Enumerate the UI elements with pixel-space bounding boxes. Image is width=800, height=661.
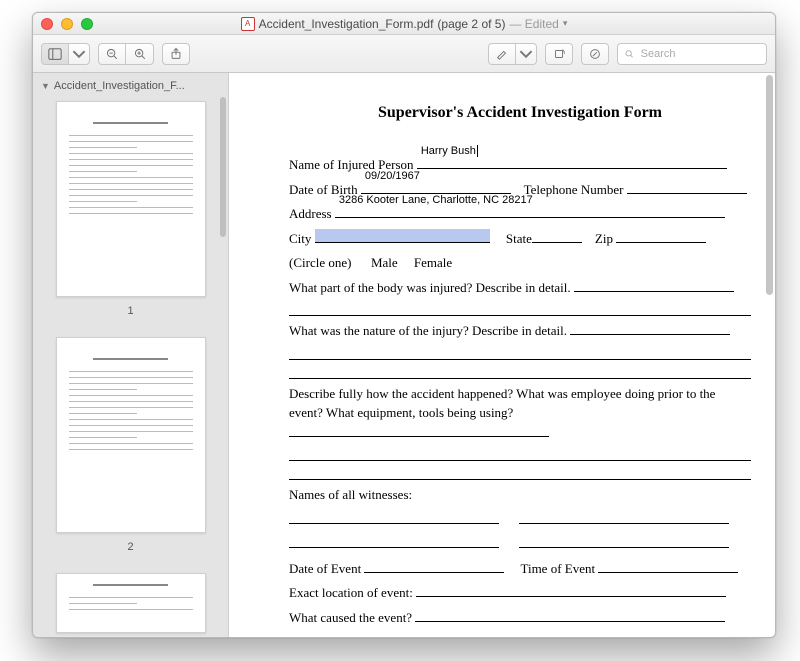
- thumbnail-label: 1: [127, 305, 133, 317]
- state-field[interactable]: [532, 229, 582, 243]
- witnesses-label: Names of all witnesses:: [289, 487, 412, 502]
- sidebar-scrollbar[interactable]: [220, 97, 226, 237]
- chevron-down-icon[interactable]: ▾: [563, 18, 568, 29]
- highlight-button[interactable]: [488, 43, 516, 65]
- markup-toolbar-button[interactable]: [581, 43, 609, 65]
- minimize-window-button[interactable]: [61, 18, 73, 30]
- address-field[interactable]: 3286 Kooter Lane, Charlotte, NC 28217: [335, 204, 725, 218]
- view-group: [41, 43, 90, 65]
- pdf-file-icon: A: [241, 17, 255, 31]
- document-view[interactable]: Supervisor's Accident Investigation Form…: [229, 73, 775, 637]
- main-scrollbar[interactable]: [766, 75, 773, 295]
- what-caused-field[interactable]: [415, 608, 725, 622]
- date-of-event-label: Date of Event: [289, 561, 361, 576]
- what-caused-label: What caused the event?: [289, 610, 412, 625]
- how-happened-line-2[interactable]: [289, 466, 751, 480]
- nature-injury-line[interactable]: [289, 346, 751, 360]
- title-page-info: (page 2 of 5): [437, 17, 505, 31]
- body-injured-line[interactable]: [289, 302, 751, 316]
- body-injured-field[interactable]: [574, 278, 734, 292]
- address-value: 3286 Kooter Lane, Charlotte, NC 28217: [339, 192, 533, 209]
- time-of-event-field[interactable]: [598, 559, 738, 573]
- date-of-event-field[interactable]: [364, 559, 504, 573]
- window-controls: [41, 18, 93, 30]
- witness-field-3[interactable]: [289, 534, 499, 548]
- exact-location-field[interactable]: [416, 583, 726, 597]
- address-label: Address: [289, 206, 332, 221]
- phone-field[interactable]: [627, 180, 747, 194]
- sidebar-filename: Accident_Investigation_F...: [54, 80, 185, 92]
- name-value: Harry Bush: [421, 143, 478, 160]
- zoom-group: [98, 43, 154, 65]
- name-field[interactable]: Harry Bush: [417, 155, 727, 169]
- city-field[interactable]: [315, 229, 490, 243]
- nature-injury-field[interactable]: [570, 321, 730, 335]
- exact-location-label: Exact location of event:: [289, 585, 413, 600]
- view-menu-button[interactable]: [69, 43, 90, 65]
- zip-label: Zip: [595, 231, 613, 246]
- thumbnail-page-2[interactable]: [56, 337, 206, 533]
- sidebar-header[interactable]: ▼ Accident_Investigation_F...: [33, 73, 228, 95]
- rotate-button[interactable]: [545, 43, 573, 65]
- titlebar: A Accident_Investigation_Form.pdf (page …: [33, 13, 775, 35]
- state-label: State: [506, 231, 532, 246]
- share-button[interactable]: [162, 43, 190, 65]
- close-window-button[interactable]: [41, 18, 53, 30]
- body-injured-label: What part of the body was injured? Descr…: [289, 280, 571, 295]
- toolbar: [33, 35, 775, 73]
- sidebar-toggle-button[interactable]: [41, 43, 69, 65]
- markup-group: [488, 43, 537, 65]
- highlight-menu-button[interactable]: [516, 43, 537, 65]
- pdf-page: Supervisor's Accident Investigation Form…: [229, 73, 775, 637]
- city-label: City: [289, 231, 311, 246]
- zip-field[interactable]: [616, 229, 706, 243]
- what-caused-line[interactable]: [289, 632, 751, 637]
- search-icon: [624, 48, 635, 60]
- how-happened-label: Describe fully how the accident happened…: [289, 386, 715, 421]
- title-filename: Accident_Investigation_Form.pdf: [259, 17, 434, 31]
- thumbnail-page-1[interactable]: [56, 101, 206, 297]
- witness-field-1[interactable]: [289, 510, 499, 524]
- window-title: A Accident_Investigation_Form.pdf (page …: [33, 17, 775, 31]
- search-field[interactable]: [617, 43, 767, 65]
- phone-label: Telephone Number: [524, 182, 624, 197]
- circle-one-label: (Circle one): [289, 255, 351, 270]
- female-option[interactable]: Female: [414, 255, 452, 270]
- title-edited: — Edited: [509, 17, 558, 31]
- thumbnail-sidebar: ▼ Accident_Investigation_F...: [33, 73, 229, 637]
- zoom-in-button[interactable]: [126, 43, 154, 65]
- nature-injury-line-2[interactable]: [289, 365, 751, 379]
- app-window: A Accident_Investigation_Form.pdf (page …: [32, 12, 776, 638]
- witness-field-4[interactable]: [519, 534, 729, 548]
- male-option[interactable]: Male: [371, 255, 398, 270]
- zoom-window-button[interactable]: [81, 18, 93, 30]
- nature-injury-label: What was the nature of the injury? Descr…: [289, 323, 567, 338]
- thumbnail-page-3[interactable]: [56, 573, 206, 633]
- content-area: ▼ Accident_Investigation_F...: [33, 73, 775, 637]
- zoom-out-button[interactable]: [98, 43, 126, 65]
- form-heading: Supervisor's Accident Investigation Form: [289, 101, 751, 125]
- sidebar-body: 1 2: [33, 95, 228, 637]
- witness-field-2[interactable]: [519, 510, 729, 524]
- disclosure-triangle-icon[interactable]: ▼: [41, 81, 50, 91]
- time-of-event-label: Time of Event: [520, 561, 595, 576]
- how-happened-field[interactable]: [289, 423, 549, 437]
- how-happened-line[interactable]: [289, 447, 751, 461]
- search-input[interactable]: [639, 47, 760, 61]
- thumbnail-label: 2: [127, 541, 133, 553]
- dob-value: 09/20/1967: [365, 168, 420, 185]
